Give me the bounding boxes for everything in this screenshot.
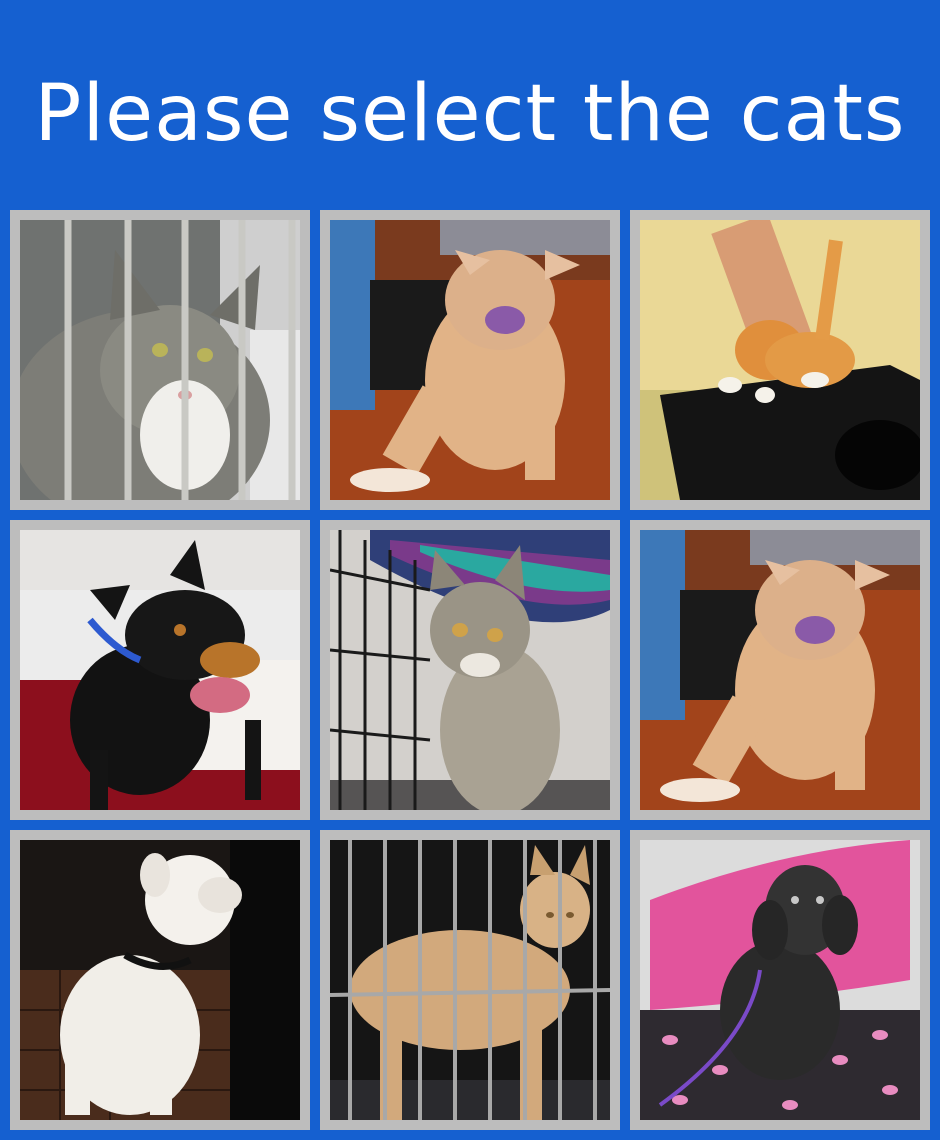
tan-dog-sitting-photo [330,220,610,500]
image-tile-9[interactable] [630,830,930,1130]
image-tile-1[interactable] [10,210,310,510]
image-tile-3[interactable] [630,210,930,510]
orange-cat-in-cage-photo [330,840,610,1120]
black-tan-pinscher-photo [20,530,300,810]
gray-kitten-in-crate-photo [330,530,610,810]
black-terrier-on-pillow-photo [640,840,920,1120]
tan-dog-sitting-photo [640,530,920,810]
image-tile-5[interactable] [320,520,620,820]
image-tile-8[interactable] [320,830,620,1130]
orange-cat-on-table-photo [640,220,920,500]
image-tile-2[interactable] [320,210,620,510]
white-boxer-dog-photo [20,840,300,1120]
captcha-prompt: Please select the cats [34,69,906,159]
image-tile-4[interactable] [10,520,310,820]
image-tile-6[interactable] [630,520,930,820]
image-grid [10,210,930,1130]
image-tile-7[interactable] [10,830,310,1130]
tabby-cat-in-cage-photo [20,220,300,500]
